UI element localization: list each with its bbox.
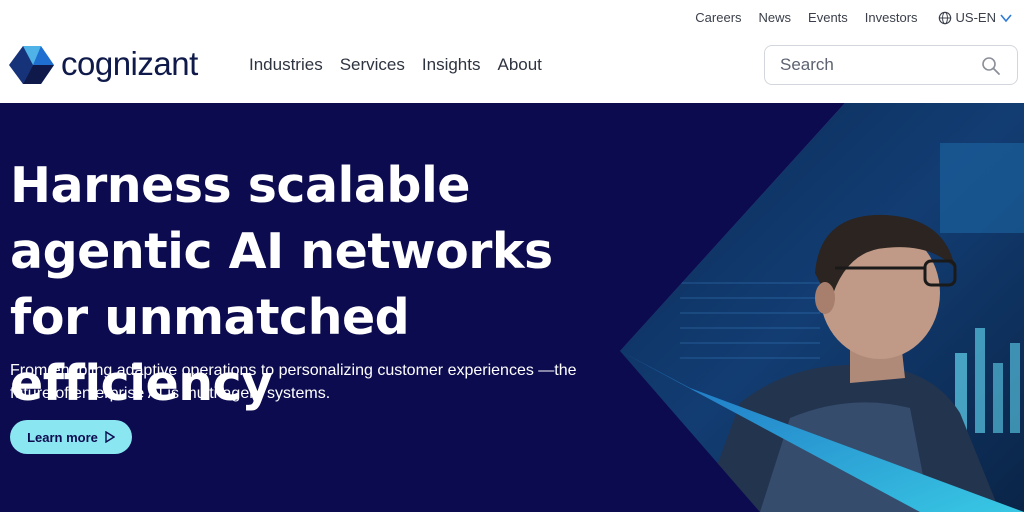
- nav-item-insights[interactable]: Insights: [422, 55, 481, 75]
- nav-item-services[interactable]: Services: [340, 55, 405, 75]
- brand-name: cognizant: [61, 44, 198, 82]
- chevron-down-icon: [1000, 13, 1012, 22]
- hero-subtitle: From enabling adaptive operations to per…: [10, 362, 577, 402]
- utility-link-events[interactable]: Events: [808, 10, 848, 25]
- search-box: [764, 45, 1018, 85]
- globe-icon: [938, 11, 951, 24]
- nav-item-about[interactable]: About: [497, 55, 541, 75]
- language-selector[interactable]: US-EN: [938, 10, 1012, 25]
- main-nav: Industries Services Insights About: [249, 55, 559, 75]
- logo-mark-icon: [9, 46, 54, 84]
- language-label: US-EN: [955, 10, 996, 25]
- site-header: Careers News Events Investors US-EN cogn…: [0, 0, 1024, 103]
- utility-link-investors[interactable]: Investors: [865, 10, 918, 25]
- search-input[interactable]: [780, 54, 970, 76]
- utility-nav: Careers News Events Investors US-EN: [678, 10, 1012, 25]
- utility-link-careers[interactable]: Careers: [695, 10, 741, 25]
- nav-item-industries[interactable]: Industries: [249, 55, 323, 75]
- utility-link-news[interactable]: News: [759, 10, 792, 25]
- hero-banner: Harness scalable agentic AI networks for…: [0, 103, 1024, 512]
- cognizant-logo[interactable]: cognizant: [9, 44, 198, 86]
- search-icon[interactable]: [981, 56, 1001, 76]
- learn-more-label: Learn more: [27, 429, 98, 445]
- learn-more-button[interactable]: Learn more: [10, 420, 132, 454]
- play-triangle-icon: [105, 431, 115, 443]
